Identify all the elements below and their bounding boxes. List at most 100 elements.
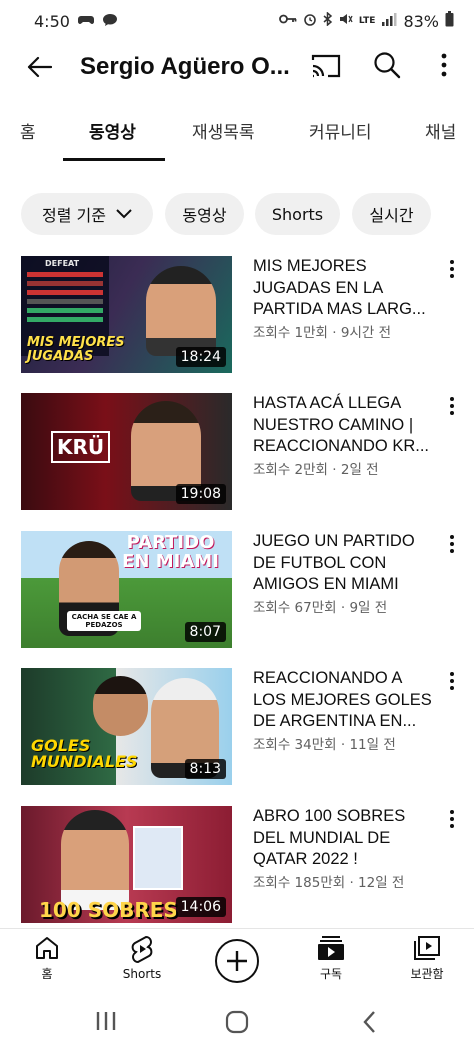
chat-notification-icon (102, 12, 118, 31)
video-item[interactable]: 100 SOBRES 14:06 ABRO 100 SOBRES DEL MUN… (0, 806, 474, 924)
nav-subscriptions[interactable]: 구독 (291, 935, 371, 991)
video-title[interactable]: REACCIONANDO A LOS MEJORES GOLES DE ARGE… (253, 668, 437, 733)
video-thumbnail[interactable]: PARTIDO EN MIAMI CACHA SE CAE A PEDAZOS … (21, 531, 232, 648)
video-more-button[interactable] (442, 670, 462, 694)
status-time: 4:50 (34, 11, 70, 31)
thumbnail-caption: 100 SOBRES (39, 898, 178, 922)
lte-signal-icon: LTE (358, 15, 376, 26)
videos-chip[interactable]: 동영상 (165, 193, 244, 235)
system-navigation-bar (0, 992, 474, 1053)
thumbnail-badge: DEFEAT (45, 259, 80, 268)
video-thumbnail[interactable]: KRÜ 19:08 (21, 393, 232, 510)
bluetooth-icon (323, 11, 333, 30)
tab-playlists[interactable]: 재생목록 (192, 118, 255, 143)
more-options-button[interactable] (432, 50, 456, 84)
shorts-chip[interactable]: Shorts (255, 193, 340, 235)
create-button[interactable] (215, 939, 259, 983)
tab-videos[interactable]: 동영상 (89, 118, 136, 143)
video-meta: 조회수 67만회 · 9일 전 (253, 600, 388, 616)
nav-home[interactable]: 홈 (7, 935, 87, 991)
video-more-button[interactable] (442, 808, 462, 832)
shorts-icon (131, 935, 153, 963)
nav-library[interactable]: 보관함 (387, 935, 467, 991)
active-tab-indicator (63, 158, 165, 161)
video-duration: 18:24 (175, 347, 226, 367)
nav-shorts-label: Shorts (122, 967, 162, 981)
arrow-back-icon (27, 56, 52, 78)
lte-label: LTE (358, 15, 376, 26)
status-bar: 4:50 LTE 83% (0, 0, 474, 42)
more-vert-icon (450, 535, 454, 553)
chevron-down-icon (116, 209, 132, 219)
video-title[interactable]: MIS MEJORES JUGADAS EN LA PARTIDA MAS LA… (253, 256, 437, 321)
video-duration: 14:06 (175, 897, 226, 917)
video-item[interactable]: DEFEAT MIS MEJORES JUGADAS 18:24 MIS MEJ… (0, 256, 474, 374)
thumbnail-person (61, 810, 129, 910)
video-meta: 조회수 185만회 · 12일 전 (253, 875, 405, 891)
thumbnail-logo: KRÜ (51, 431, 111, 463)
home-icon (36, 937, 58, 959)
system-back-button[interactable] (360, 1010, 388, 1034)
tab-home[interactable]: 홈 (20, 118, 36, 143)
key-icon (278, 13, 297, 29)
more-vert-icon (441, 53, 447, 77)
video-thumbnail[interactable]: DEFEAT MIS MEJORES JUGADAS 18:24 (21, 256, 232, 373)
video-more-button[interactable] (442, 395, 462, 419)
home-circle-icon (225, 1010, 249, 1034)
chevron-left-icon (363, 1011, 375, 1033)
search-button[interactable] (372, 50, 406, 84)
battery-percent: 83% (403, 11, 439, 31)
video-duration: 19:08 (175, 484, 226, 504)
tab-channel[interactable]: 채널 (425, 118, 456, 143)
back-button[interactable] (22, 50, 56, 84)
video-more-button[interactable] (442, 258, 462, 282)
game-notification-icon (77, 12, 94, 31)
sort-chip-label: 정렬 기준 (42, 206, 106, 225)
nav-shorts[interactable]: Shorts (102, 935, 182, 991)
thumbnail-card (133, 826, 183, 890)
video-title[interactable]: JUEGO UN PARTIDO DE FUTBOL CON AMIGOS EN… (253, 531, 437, 596)
video-item[interactable]: GOLES MUNDIALES 8:13 REACCIONANDO A LOS … (0, 668, 474, 786)
videos-chip-label: 동영상 (182, 206, 227, 225)
recent-apps-icon (96, 1012, 116, 1030)
bottom-navigation: 홈 Shorts 구독 보관함 (0, 928, 474, 992)
filter-chips: 정렬 기준 동영상 Shorts 실시간 (0, 193, 474, 237)
video-thumbnail[interactable]: GOLES MUNDIALES 8:13 (21, 668, 232, 785)
more-vert-icon (450, 810, 454, 828)
thumbnail-person (146, 266, 216, 356)
live-chip[interactable]: 실시간 (352, 193, 431, 235)
mute-icon (339, 12, 353, 30)
home-system-button[interactable] (225, 1010, 253, 1034)
app-bar: Sergio Agüero O... (0, 42, 474, 94)
shorts-chip-label: Shorts (271, 204, 324, 224)
more-vert-icon (450, 397, 454, 415)
search-icon (374, 52, 401, 79)
video-title[interactable]: HASTA ACÁ LLEGA NUESTRO CAMINO | REACCIO… (253, 393, 437, 458)
video-more-button[interactable] (442, 533, 462, 557)
nav-subscriptions-label: 구독 (319, 967, 343, 981)
thumbnail-caption: GOLES MUNDIALES (31, 736, 138, 771)
battery-icon (445, 11, 454, 31)
live-chip-label: 실시간 (369, 206, 414, 225)
sort-chip[interactable]: 정렬 기준 (21, 193, 153, 235)
recent-apps-button[interactable] (94, 1010, 122, 1034)
video-item[interactable]: PARTIDO EN MIAMI CACHA SE CAE A PEDAZOS … (0, 531, 474, 649)
cellular-signal-icon (381, 12, 397, 30)
channel-title: Sergio Agüero O... (80, 53, 290, 80)
thumbnail-caption: PARTIDO EN MIAMI (122, 532, 219, 572)
more-vert-icon (450, 672, 454, 690)
plus-icon (227, 951, 247, 971)
video-item[interactable]: KRÜ 19:08 HASTA ACÁ LLEGA NUESTRO CAMINO… (0, 393, 474, 511)
video-meta: 조회수 1만회 · 9시간 전 (253, 325, 391, 341)
tab-community[interactable]: 커뮤니티 (309, 118, 372, 143)
subscriptions-icon (318, 936, 344, 960)
library-icon (414, 936, 440, 960)
thumbnail-person (93, 676, 148, 736)
video-thumbnail[interactable]: 100 SOBRES 14:06 (21, 806, 232, 923)
thumbnail-caption: MIS MEJORES JUGADAS (27, 335, 125, 364)
thumbnail-subcaption: CACHA SE CAE A PEDAZOS (67, 611, 141, 631)
cast-button[interactable] (310, 52, 344, 84)
video-title[interactable]: ABRO 100 SOBRES DEL MUNDIAL DE QATAR 202… (253, 806, 437, 871)
cast-icon (311, 54, 341, 78)
nav-home-label: 홈 (41, 967, 53, 981)
